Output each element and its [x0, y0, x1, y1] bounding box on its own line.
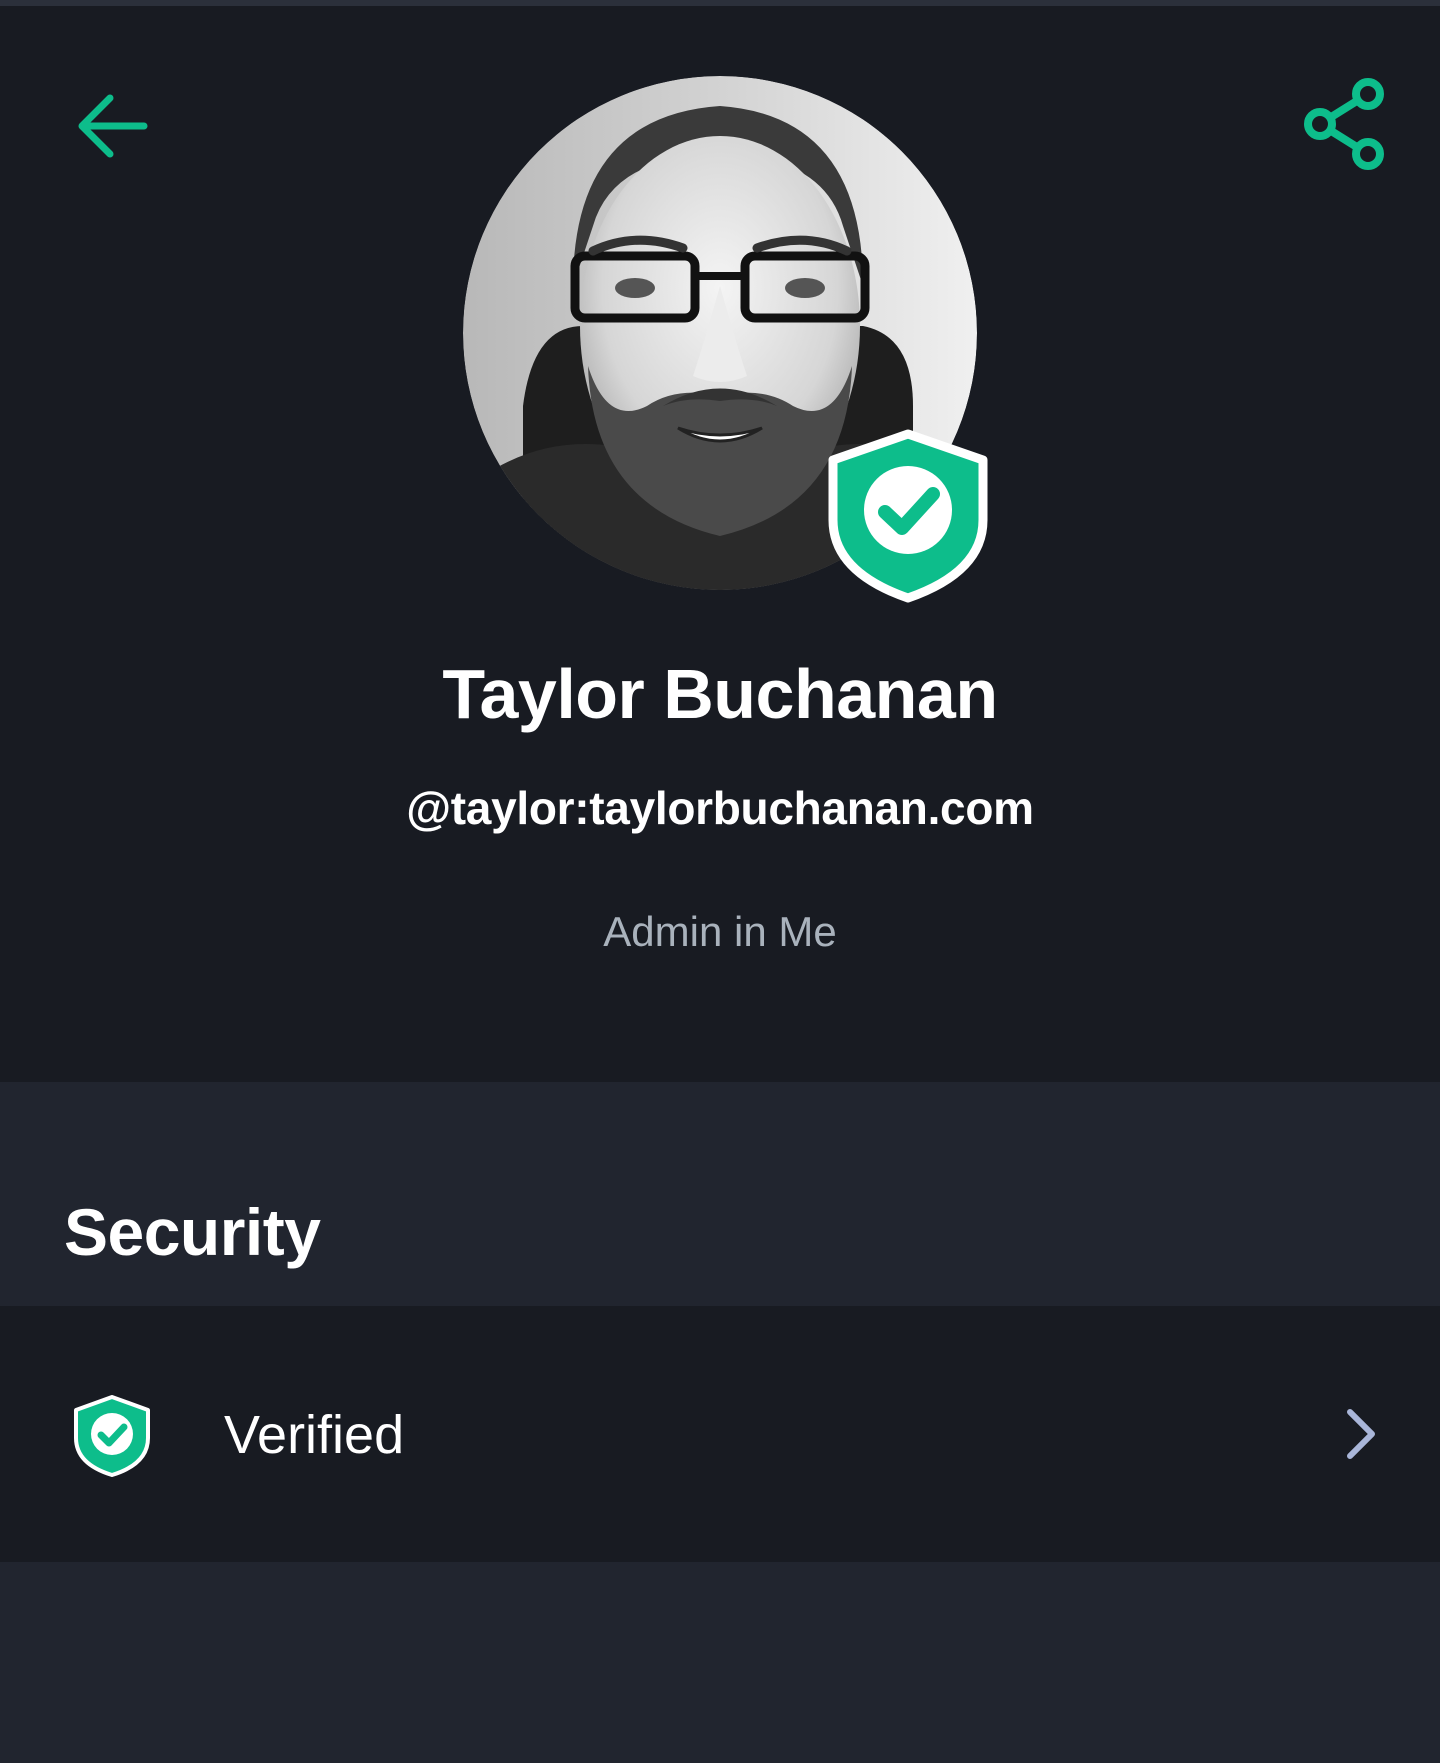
section-title: Security — [64, 1195, 321, 1269]
share-button[interactable] — [1296, 76, 1392, 172]
profile-header: Taylor Buchanan @taylor:taylorbuchanan.c… — [0, 6, 1440, 1082]
back-button[interactable] — [70, 86, 156, 172]
security-verified-row[interactable]: Verified — [0, 1306, 1440, 1562]
profile-role: Admin in Me — [603, 908, 837, 955]
avatar-container[interactable] — [463, 76, 988, 603]
share-icon — [1304, 78, 1384, 170]
verified-shield-icon — [828, 429, 988, 603]
arrow-left-icon — [78, 94, 148, 158]
profile-name: Taylor Buchanan — [442, 655, 998, 733]
verified-shield-icon — [74, 1395, 150, 1477]
security-row-label: Verified — [224, 1405, 405, 1465]
security-section-header: Security — [0, 1082, 1440, 1306]
profile-user-id: @taylor:taylorbuchanan.com — [406, 782, 1034, 834]
chevron-right-icon — [1347, 1409, 1375, 1459]
